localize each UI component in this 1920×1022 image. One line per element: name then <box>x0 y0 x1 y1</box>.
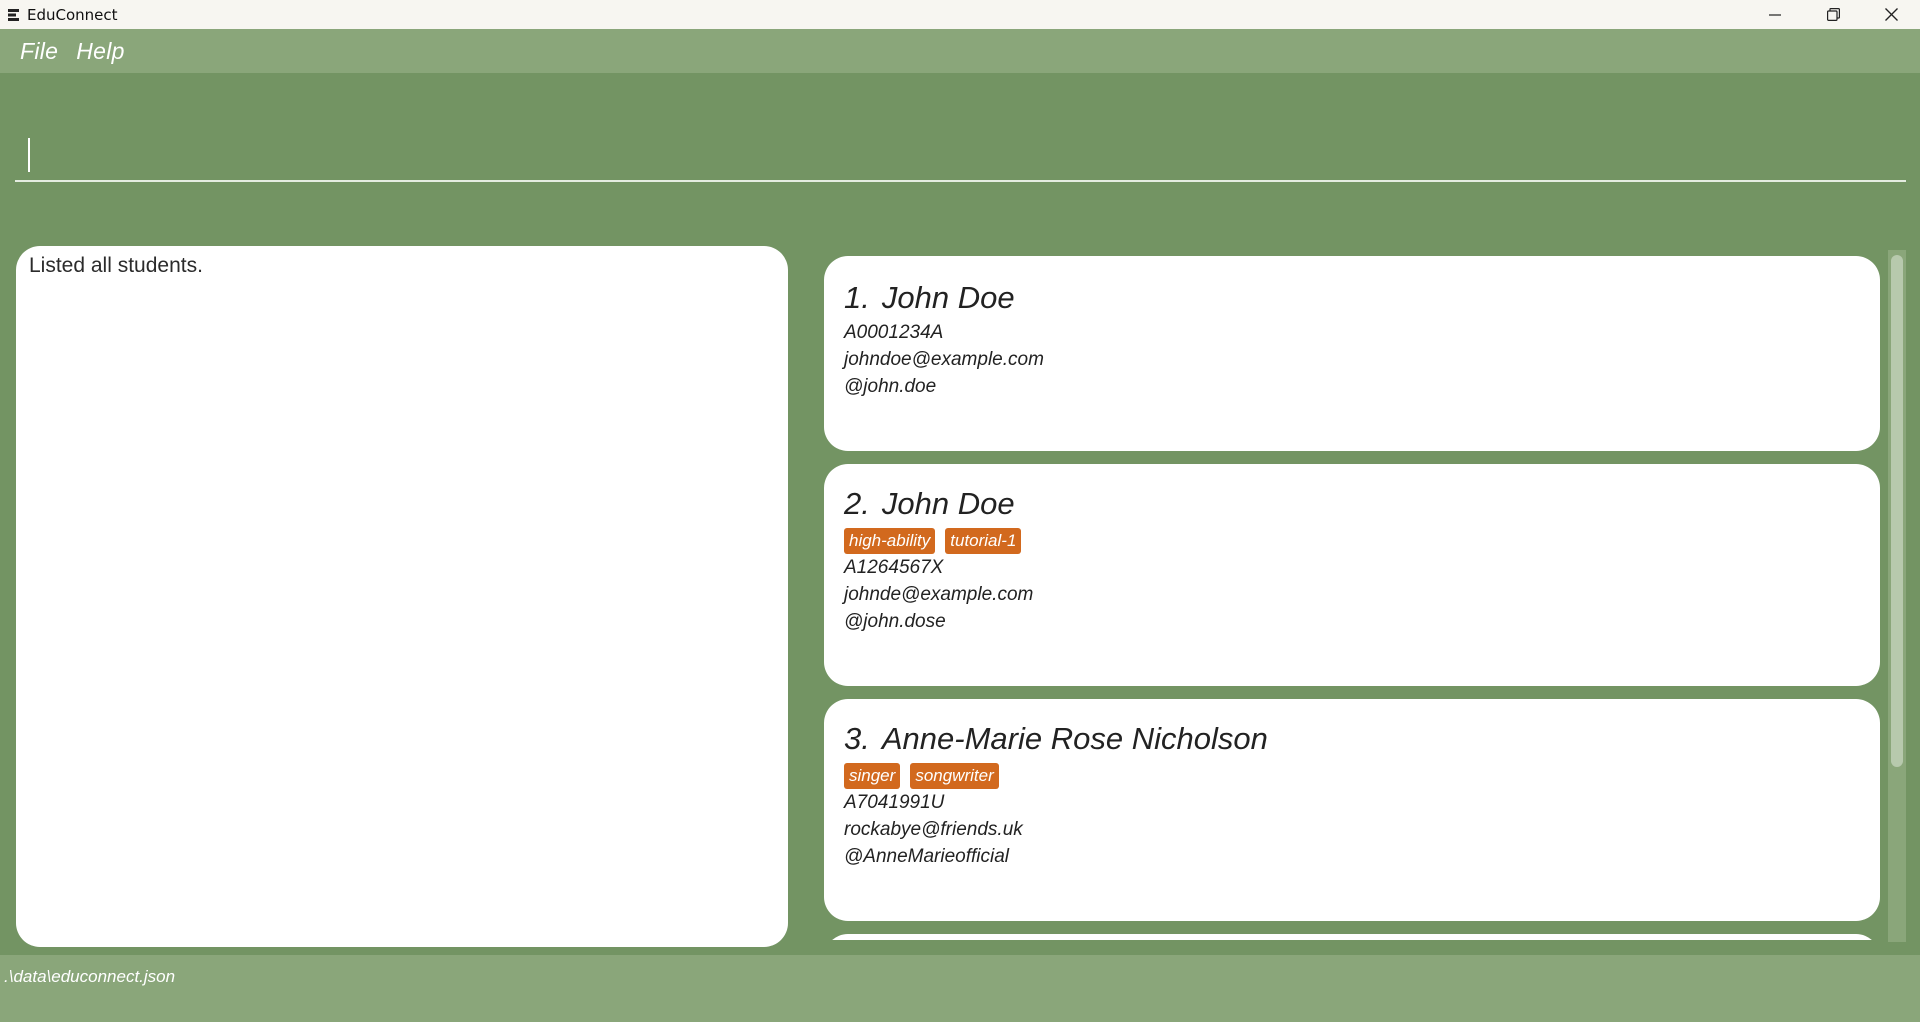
student-name: Anne-Marie Rose Nicholson <box>881 721 1268 756</box>
student-email: rockabye@friends.uk <box>844 819 1023 840</box>
command-box <box>15 122 1906 182</box>
student-card[interactable]: 2. John Doe high-ability tutorial-1 A1264… <box>824 464 1880 686</box>
save-file-path: .\data\educonnect.json <box>4 967 176 986</box>
tag-list: singer songwriter <box>844 763 999 789</box>
scrollbar-thumb[interactable] <box>1891 255 1903 767</box>
close-button[interactable] <box>1862 0 1920 29</box>
student-index: 3. <box>844 721 870 756</box>
tag: songwriter <box>910 763 999 789</box>
student-card-partial[interactable] <box>824 934 1880 940</box>
restore-button[interactable] <box>1804 0 1862 29</box>
student-id: A1264567X <box>844 557 944 578</box>
tag: high-ability <box>844 528 936 554</box>
menu-help[interactable]: Help <box>76 38 125 65</box>
student-name-heading: 2. John Doe <box>844 486 1015 522</box>
window-controls <box>1746 0 1920 29</box>
student-telegram: @john.doe <box>844 376 937 397</box>
result-display: Listed all students. <box>16 246 788 947</box>
student-name-heading: 1. John Doe <box>844 280 1015 316</box>
student-telegram: @john.dose <box>844 611 946 632</box>
restore-icon <box>1826 8 1840 21</box>
app-icon <box>8 8 19 21</box>
minimize-button[interactable] <box>1746 0 1804 29</box>
student-name: John Doe <box>881 280 1015 315</box>
student-name-heading: 3. Anne-Marie Rose Nicholson <box>844 721 1268 757</box>
student-telegram: @AnneMarieofficial <box>844 846 1010 867</box>
student-card[interactable]: 1. John Doe A0001234A johndoe@example.com… <box>824 256 1880 451</box>
tag: tutorial-1 <box>945 528 1022 554</box>
menu-file[interactable]: File <box>20 38 58 65</box>
menu-bar: File Help <box>0 29 1920 73</box>
student-id: A7041991U <box>844 792 945 813</box>
student-name: John Doe <box>881 486 1015 521</box>
student-email: johnde@example.com <box>844 584 1034 605</box>
student-card[interactable]: 3. Anne-Marie Rose Nicholson singer songw… <box>824 699 1880 921</box>
text-caret <box>28 138 30 172</box>
list-scrollbar[interactable] <box>1888 250 1906 942</box>
tag-list: high-ability tutorial-1 <box>844 528 1022 554</box>
student-list[interactable]: 1. John Doe A0001234A johndoe@example.com… <box>822 250 1890 940</box>
student-index: 2. <box>844 486 870 521</box>
result-message: Listed all students. <box>29 254 203 277</box>
tag: singer <box>844 763 901 789</box>
student-email: johndoe@example.com <box>844 349 1044 370</box>
window-title: EduConnect <box>27 5 118 24</box>
student-id: A0001234A <box>844 322 944 343</box>
command-input[interactable] <box>27 136 1887 172</box>
close-icon <box>1884 8 1898 21</box>
title-bar: EduConnect <box>0 0 1920 29</box>
status-bar: .\data\educonnect.json <box>0 955 1920 1022</box>
minimize-icon <box>1769 13 1781 16</box>
student-index: 1. <box>844 280 870 315</box>
